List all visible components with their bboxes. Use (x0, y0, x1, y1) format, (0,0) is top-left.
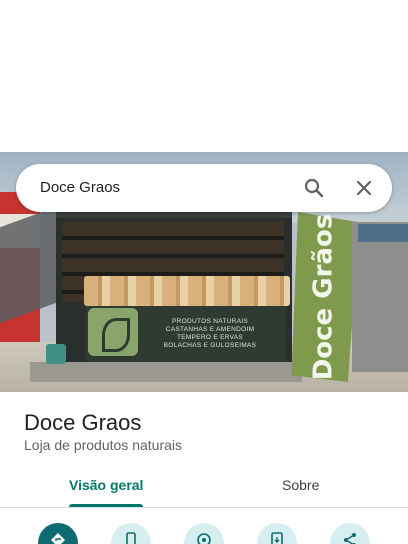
phone-icon (126, 532, 136, 544)
save-to-phone-icon (271, 532, 283, 544)
photo-right-shop (352, 222, 408, 372)
search-input[interactable]: Doce Graos (40, 179, 120, 196)
leaf-logo-icon (88, 308, 138, 356)
photo-right-awning (358, 224, 408, 242)
directions-button[interactable] (38, 523, 78, 544)
location-icon (197, 533, 211, 544)
nearby-button[interactable] (184, 523, 224, 544)
action-row (0, 520, 408, 544)
share-button[interactable] (330, 523, 370, 544)
place-category: Loja de produtos naturais (24, 437, 182, 453)
search-bar[interactable]: Doce Graos (16, 164, 392, 212)
tab-about[interactable]: Sobre (282, 477, 319, 493)
call-button[interactable] (111, 523, 151, 544)
close-icon[interactable] (352, 176, 376, 200)
signboard-text: PRODUTOS NATURAIS CASTANHAS E AMENDOIM T… (163, 318, 257, 349)
photo-counter (30, 362, 302, 382)
share-icon (344, 533, 356, 544)
banner-text: Doce Grãos (308, 213, 338, 381)
search-icon[interactable] (302, 176, 326, 200)
tab-selected-indicator (69, 504, 143, 507)
photo-bucket (46, 344, 66, 364)
tab-bar: Visão geral Sobre (0, 466, 408, 508)
place-title: Doce Graos (24, 410, 142, 435)
send-to-phone-button[interactable] (257, 523, 297, 544)
directions-icon (51, 533, 65, 544)
photo-product-bags (84, 276, 290, 306)
tab-overview[interactable]: Visão geral (69, 477, 143, 493)
